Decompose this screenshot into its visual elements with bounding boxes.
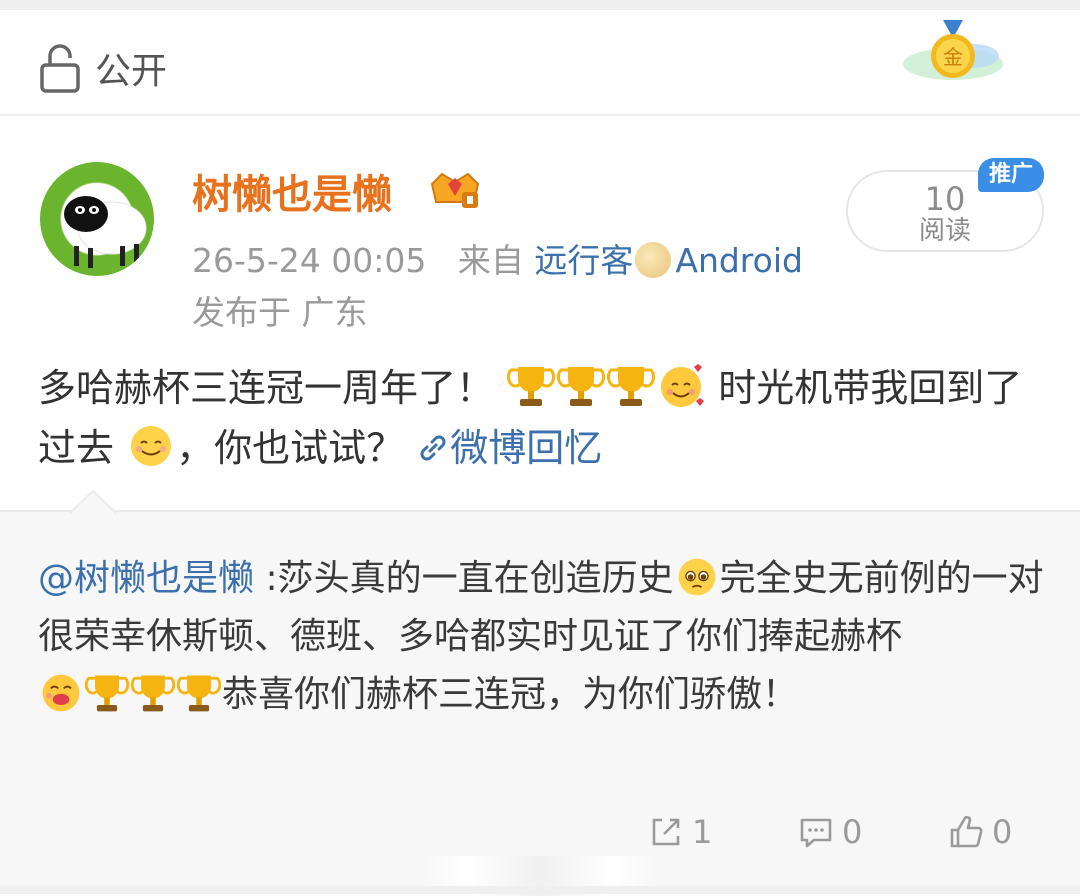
smiling-face-hearts-icon xyxy=(661,364,705,407)
trophy-icon xyxy=(130,675,176,712)
bottom-gap xyxy=(0,886,1080,894)
smiling-face-icon xyxy=(131,426,172,466)
post-text: 多哈赫杯三连冠一周年了！ 时光机带我回到了过去 ，你也试试？ 微博回忆 xyxy=(38,358,1038,478)
gold-medal-icon[interactable]: 金 xyxy=(895,16,1005,96)
repost-text: @树懒也是懒 :莎头真的一直在创造历史 完全史无前例的一对 很荣幸休斯顿、德班、多… xyxy=(38,550,1048,724)
repost-text-part4: 恭喜你们赫杯三连冠，为你们骄傲！ xyxy=(222,674,799,715)
source-prefix: 来自 xyxy=(457,241,524,280)
comment-count: 0 xyxy=(842,813,863,851)
thumbs-up-icon xyxy=(950,815,983,848)
repost-button[interactable]: 1 xyxy=(648,800,712,864)
medal-text: 金 xyxy=(943,45,963,69)
repost-text-part2: 完全史无前例的一对 xyxy=(719,558,1044,599)
trophy-icon xyxy=(176,675,222,712)
like-count: 0 xyxy=(992,813,1013,851)
comment-button[interactable]: 0 xyxy=(798,800,862,864)
repost-caret xyxy=(70,490,116,514)
post-timestamp: 26-5-24 00:05 xyxy=(192,241,427,280)
repost-text-part3: 很荣幸休斯顿、德班、多哈都实时见证了你们捧起赫杯 xyxy=(38,616,903,657)
like-button[interactable]: 0 xyxy=(948,800,1012,864)
repost-mention[interactable]: @树懒也是懒 xyxy=(38,558,254,599)
repost-text-part1: :莎头真的一直在创造历史 xyxy=(254,558,674,599)
ad-badge: 推广 xyxy=(978,158,1044,192)
link-icon xyxy=(420,435,446,461)
post-meta: 26-5-24 00:05 来自 远行客 Android xyxy=(192,234,803,282)
post-card[interactable]: 树懒也是懒 26-5-24 00:05 来自 远行客 Android 发布于 广东… xyxy=(0,118,1080,510)
privacy-bar[interactable]: 公开 金 xyxy=(0,10,1080,116)
trophy-icon xyxy=(607,367,656,406)
vip-crown-icon[interactable] xyxy=(426,168,484,212)
sheep-avatar-icon xyxy=(64,196,147,268)
weibo-memory-label: 微博回忆 xyxy=(450,426,603,470)
post-location: 发布于 广东 xyxy=(192,293,368,332)
post-text-part1: 多哈赫杯三连冠一周年了！ xyxy=(38,366,495,410)
trophy-icon xyxy=(84,675,130,712)
repost-count: 1 xyxy=(692,813,713,851)
source-name[interactable]: 远行客 xyxy=(534,241,633,280)
comment-icon xyxy=(800,818,832,848)
read-label: 阅读 xyxy=(918,216,971,246)
action-bar: 1 0 0 xyxy=(0,800,1080,864)
lock-open-icon xyxy=(40,44,80,93)
top-gap xyxy=(0,0,1080,10)
moon-icon xyxy=(635,242,672,278)
share-icon xyxy=(652,818,680,846)
trophy-icon xyxy=(557,367,606,406)
privacy-label: 公开 xyxy=(95,51,168,92)
post-text-part3: ，你也试试？ xyxy=(176,426,405,470)
trophy-icon xyxy=(507,367,556,406)
source-suffix[interactable]: Android xyxy=(675,241,803,280)
repost-section[interactable]: @树懒也是懒 :莎头真的一直在创造历史 完全史无前例的一对 很荣幸休斯顿、德班、多… xyxy=(0,490,1080,896)
weibo-memory-link[interactable]: 微博回忆 xyxy=(416,426,602,470)
pleading-face-icon xyxy=(678,558,715,596)
avatar[interactable] xyxy=(40,162,154,276)
face-blowing-kiss-icon xyxy=(42,674,80,712)
username[interactable]: 树懒也是懒 xyxy=(192,162,392,220)
